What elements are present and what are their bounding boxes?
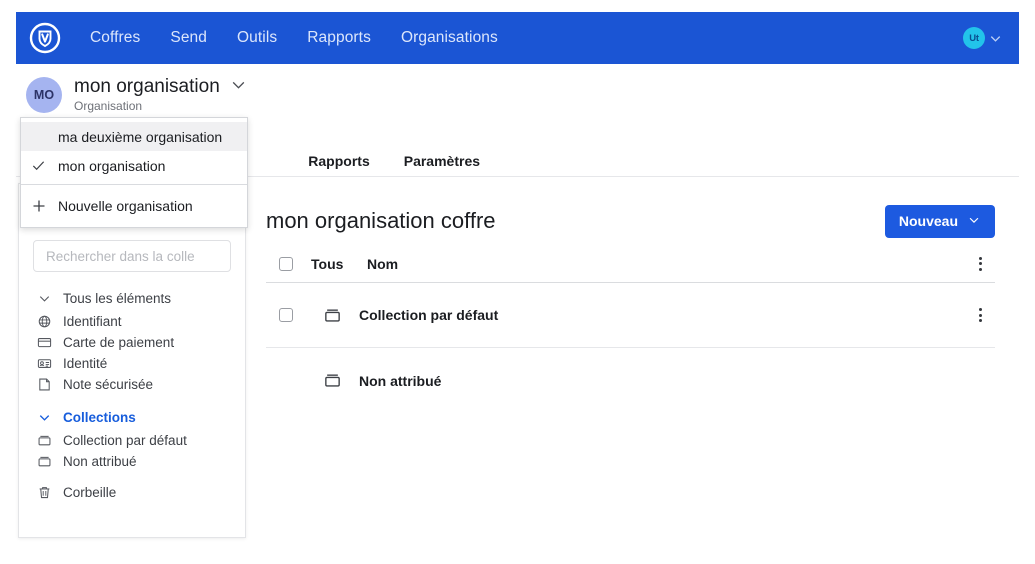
row-overflow-menu-icon[interactable] [965, 308, 995, 322]
avatar[interactable]: Ut [963, 27, 985, 49]
dropdown-item-nouvelle-organisation[interactable]: Nouvelle organisation [21, 189, 247, 223]
search-input[interactable] [44, 247, 220, 265]
id-card-icon [37, 356, 63, 371]
select-all-checkbox-cell [266, 256, 311, 271]
chevron-down-icon [37, 410, 63, 425]
column-header-all: Tous [311, 255, 344, 272]
filter-group-label: Tous les éléments [63, 291, 172, 306]
dropdown-item-ma-deuxieme-organisation[interactable]: ma deuxième organisation [21, 122, 247, 151]
table-row[interactable]: Non attribué [266, 348, 995, 413]
filter-item-collection-par-defaut[interactable]: Collection par défaut [19, 430, 245, 451]
filter-group-all-items[interactable]: Tous les éléments [19, 286, 245, 311]
filter-item-label: Identifiant [63, 314, 122, 329]
main-content: mon organisation coffre Nouveau Tous Nom [262, 183, 1019, 543]
dots-glyph [978, 308, 982, 322]
new-item-button[interactable]: Nouveau [884, 204, 995, 238]
overflow-menu-icon[interactable] [965, 256, 995, 271]
dots-glyph [978, 256, 982, 271]
chevron-down-icon[interactable] [230, 76, 247, 98]
chevron-down-icon[interactable] [988, 31, 1003, 46]
user-menu[interactable]: Ut [963, 27, 1003, 49]
top-navigation-bar: Coffres Send Outils Rapports Organisatio… [16, 12, 1019, 64]
plus-icon [31, 198, 58, 214]
vault-items-table: Tous Nom Collection par défaut Non attri… [262, 245, 1019, 413]
nav-link-coffres[interactable]: Coffres [90, 29, 140, 47]
row-name: Non attribué [359, 372, 442, 389]
filter-item-identite[interactable]: Identité [19, 353, 245, 374]
app-window: Coffres Send Outils Rapports Organisatio… [0, 0, 1035, 564]
collection-icon [37, 433, 63, 448]
filter-list: Tous les éléments Identifiant Carte de p… [19, 286, 245, 503]
vault-filter-sidebar: Tous les éléments Identifiant [18, 183, 246, 538]
dropdown-item-label: mon organisation [58, 157, 166, 174]
new-organization-group: Nouvelle organisation [21, 185, 247, 227]
table-row[interactable]: Collection par défaut [266, 283, 995, 348]
row-checkbox-cell [266, 308, 311, 322]
filter-item-identifiant[interactable]: Identifiant [19, 311, 245, 332]
page-title: mon organisation coffre [266, 208, 496, 233]
dropdown-item-label: ma deuxième organisation [58, 128, 223, 145]
filter-item-label: Identité [63, 356, 108, 371]
table-header-row: Tous Nom [266, 245, 995, 283]
nav-link-rapports[interactable]: Rapports [307, 29, 371, 47]
vaultwarden-shield-logo-icon[interactable] [28, 21, 62, 55]
globe-icon [37, 314, 63, 329]
row-name: Collection par défaut [359, 307, 499, 323]
select-all-checkbox[interactable] [279, 256, 293, 271]
organization-name: mon organisation [74, 76, 220, 98]
organization-list-group: ma deuxième organisation mon organisatio… [21, 118, 247, 184]
filter-item-corbeille[interactable]: Corbeille [19, 482, 245, 503]
filter-item-label: Carte de paiement [63, 335, 175, 350]
collection-icon [37, 454, 63, 469]
filter-item-carte-de-paiement[interactable]: Carte de paiement [19, 332, 245, 353]
filter-group-label: Collections [63, 410, 136, 425]
organization-name-row[interactable]: mon organisation [74, 76, 247, 98]
main-header: mon organisation coffre Nouveau [262, 183, 1019, 245]
row-checkbox[interactable] [279, 308, 293, 322]
organization-subtitle: Organisation [74, 99, 143, 113]
note-icon [37, 377, 63, 392]
chevron-down-icon [967, 213, 981, 230]
organization-identity: mon organisation Organisation [74, 76, 247, 113]
filter-item-note-securisee[interactable]: Note sécurisée [19, 374, 245, 395]
filter-item-label: Corbeille [63, 485, 117, 500]
filter-item-label: Collection par défaut [63, 433, 187, 448]
dropdown-item-label: Nouvelle organisation [58, 198, 193, 214]
collection-icon [311, 371, 359, 390]
nav-links: Coffres Send Outils Rapports Organisatio… [90, 29, 498, 47]
tab-parametres[interactable]: Paramètres [404, 153, 480, 169]
organization-switcher-dropdown: ma deuxième organisation mon organisatio… [20, 117, 248, 228]
nav-link-organisations[interactable]: Organisations [401, 29, 498, 47]
tab-rapports[interactable]: Rapports [308, 153, 369, 169]
check-icon [31, 158, 58, 173]
organization-switcher[interactable]: MO mon organisation Organisation [26, 76, 247, 113]
collection-icon [311, 306, 359, 325]
chevron-down-icon [37, 291, 63, 306]
filter-item-label: Non attribué [63, 454, 137, 469]
organization-avatar: MO [26, 76, 62, 113]
nav-link-send[interactable]: Send [170, 29, 207, 47]
column-header-name: Nom [367, 255, 399, 272]
trash-icon [37, 485, 63, 500]
filter-group-collections[interactable]: Collections [19, 405, 245, 430]
search-box[interactable] [33, 240, 231, 272]
dropdown-item-mon-organisation[interactable]: mon organisation [21, 151, 247, 180]
filter-item-non-attribue[interactable]: Non attribué [19, 451, 245, 472]
filter-item-label: Note sécurisée [63, 377, 154, 392]
credit-card-icon [37, 335, 63, 350]
nav-link-outils[interactable]: Outils [237, 29, 277, 47]
new-item-button-label: Nouveau [898, 213, 958, 229]
